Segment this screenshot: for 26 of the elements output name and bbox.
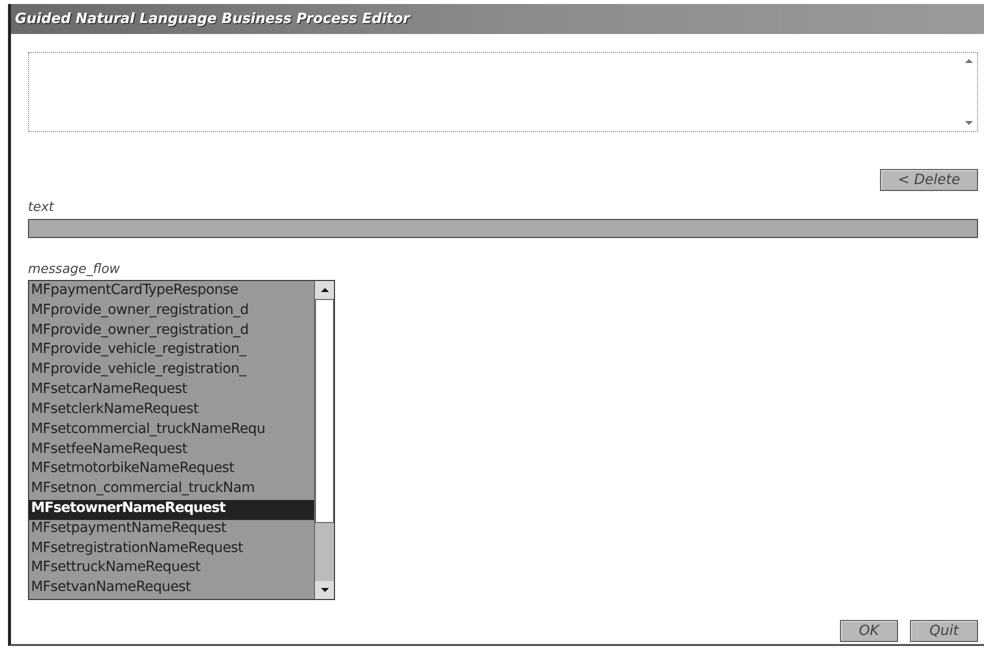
field-label: text	[28, 200, 56, 215]
list-item[interactable]: MFprovide_owner_registration_d	[29, 322, 314, 342]
text-field[interactable]	[28, 219, 978, 238]
delete-button[interactable]: < Delete	[880, 169, 978, 191]
list-item[interactable]: MFsetfeeNameRequest	[29, 440, 314, 460]
scrollbar-thumb[interactable]	[315, 299, 334, 523]
list-item[interactable]: MFprovide_vehicle_registration_	[29, 341, 314, 362]
list-item[interactable]: MFsetcarNameRequest	[29, 381, 314, 401]
list-item[interactable]: MFsetregistrationNameRequest	[29, 540, 314, 560]
scroll-up-icon[interactable]	[320, 286, 330, 294]
list-item[interactable]: MFsetcommercial_truckNameRequ	[29, 420, 314, 440]
list-item[interactable]: MFprovide_owner_registration_d	[29, 302, 314, 322]
list-item[interactable]: MFsetclerkNameRequest	[29, 400, 314, 421]
scroll-down-icon[interactable]	[320, 586, 330, 594]
quit-button[interactable]: Quit	[910, 620, 978, 642]
list-item[interactable]: MFsetmotorbikeNameRequest	[29, 460, 314, 480]
list-item[interactable]: MFsetvanNameRequest	[29, 579, 314, 599]
list-item[interactable]: MFprovide_vehicle_registration_	[29, 361, 314, 382]
list-item[interactable]: MFsetpaymentNameRequest	[29, 520, 314, 540]
ok-button[interactable]: OK	[840, 620, 898, 642]
window-title: Guided Natural Language Business Process Editor	[11, 4, 984, 34]
list-label: message_flow	[28, 262, 121, 277]
list-item[interactable]: MFsettruckNameRequest	[29, 559, 314, 580]
list-item[interactable]: MFpaymentCardTypeResponse	[29, 282, 314, 302]
list-item[interactable]: MFsetnon_commercial_truckNam	[29, 480, 314, 500]
list-item[interactable]: MFsetownerNameRequest	[29, 500, 314, 520]
